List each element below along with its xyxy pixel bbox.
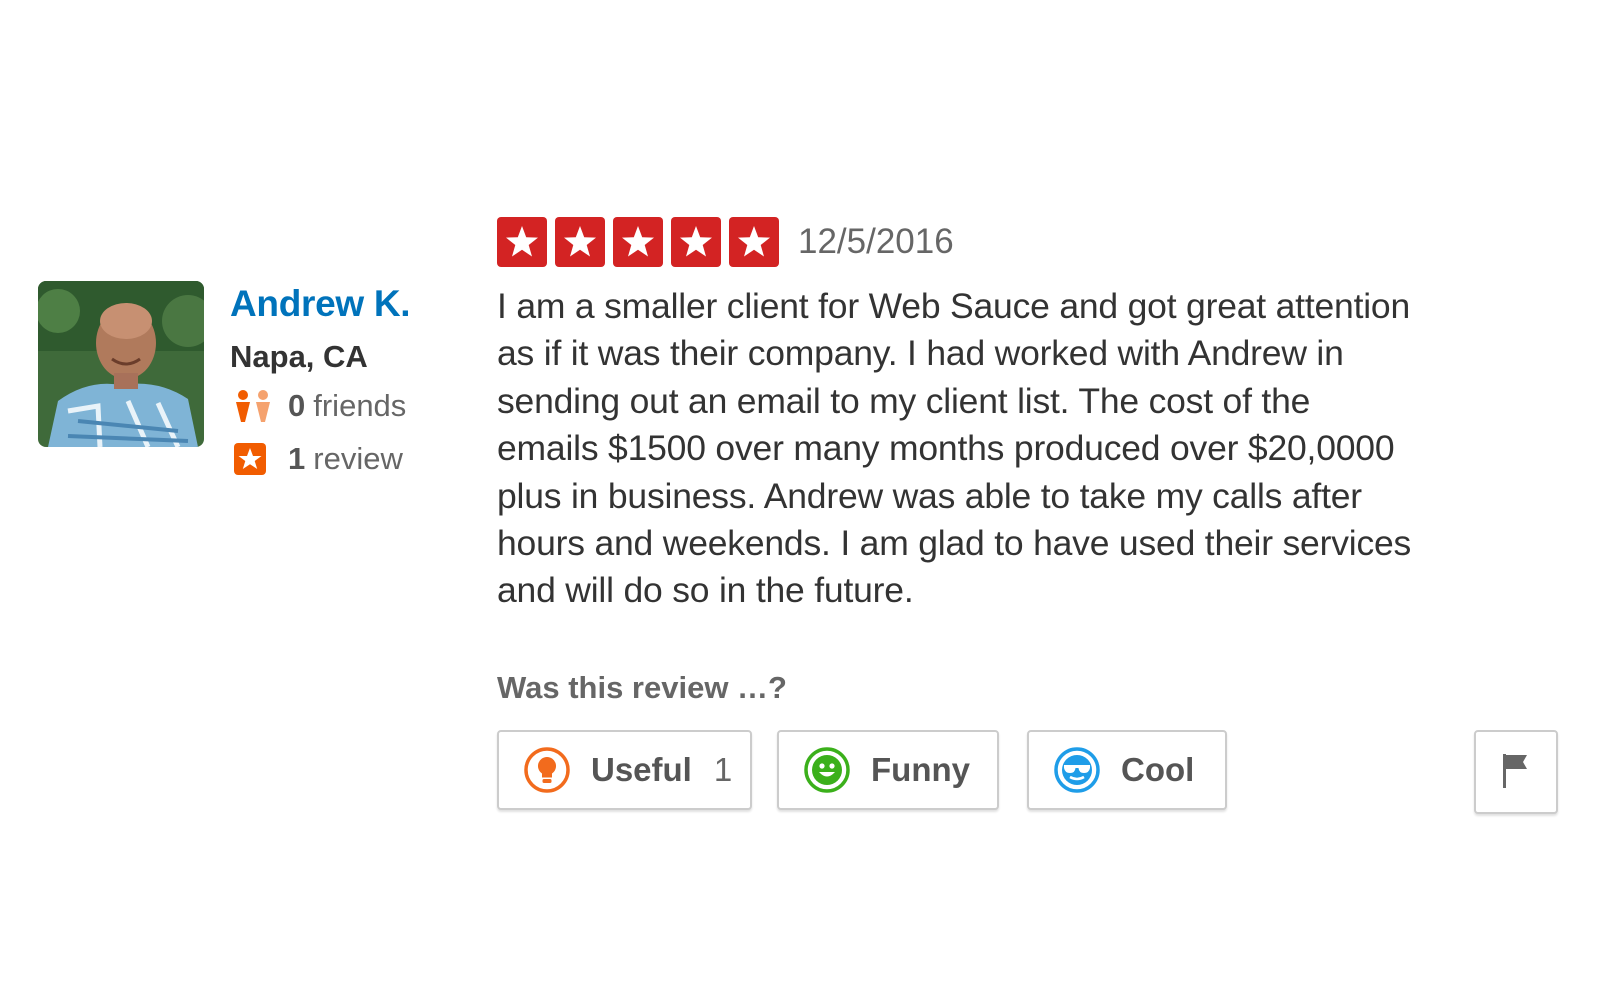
useful-label: Useful	[591, 751, 692, 788]
review-date: 12/5/2016	[798, 222, 954, 261]
user-name-link[interactable]: Andrew K.	[230, 283, 411, 325]
useful-button[interactable]: Useful 1	[497, 730, 752, 810]
review-count-stat: 1 review	[232, 441, 403, 477]
star-icon	[613, 217, 663, 267]
funny-button[interactable]: Funny	[777, 730, 999, 810]
lightbulb-icon	[523, 746, 571, 794]
flag-icon	[1499, 751, 1533, 794]
friends-count: 0	[288, 388, 306, 423]
review-count-label: review	[313, 441, 403, 476]
cool-label: Cool	[1121, 751, 1195, 788]
review-card: Andrew K. Napa, CA 0 friends 1 review 12…	[0, 0, 1600, 1000]
star-icon	[671, 217, 721, 267]
friends-count-stat: 0 friends	[232, 388, 406, 424]
review-text: I am a smaller client for Web Sauce and …	[497, 286, 1412, 611]
friends-label: friends	[313, 388, 407, 423]
flag-review-button[interactable]	[1474, 730, 1558, 814]
friends-icon	[232, 388, 276, 424]
star-rating	[497, 217, 787, 267]
useful-count: 1	[713, 751, 733, 788]
review-count: 1	[288, 441, 306, 476]
smiley-icon	[803, 746, 851, 794]
funny-label: Funny	[871, 751, 970, 788]
star-icon	[729, 217, 779, 267]
vote-prompt: Was this review …?	[497, 670, 787, 705]
star-icon	[497, 217, 547, 267]
cool-button[interactable]: Cool	[1027, 730, 1227, 810]
user-avatar[interactable]	[38, 281, 204, 447]
star-icon	[555, 217, 605, 267]
user-location: Napa, CA	[230, 339, 368, 374]
sunglasses-icon	[1053, 746, 1101, 794]
review-star-icon	[232, 441, 276, 477]
